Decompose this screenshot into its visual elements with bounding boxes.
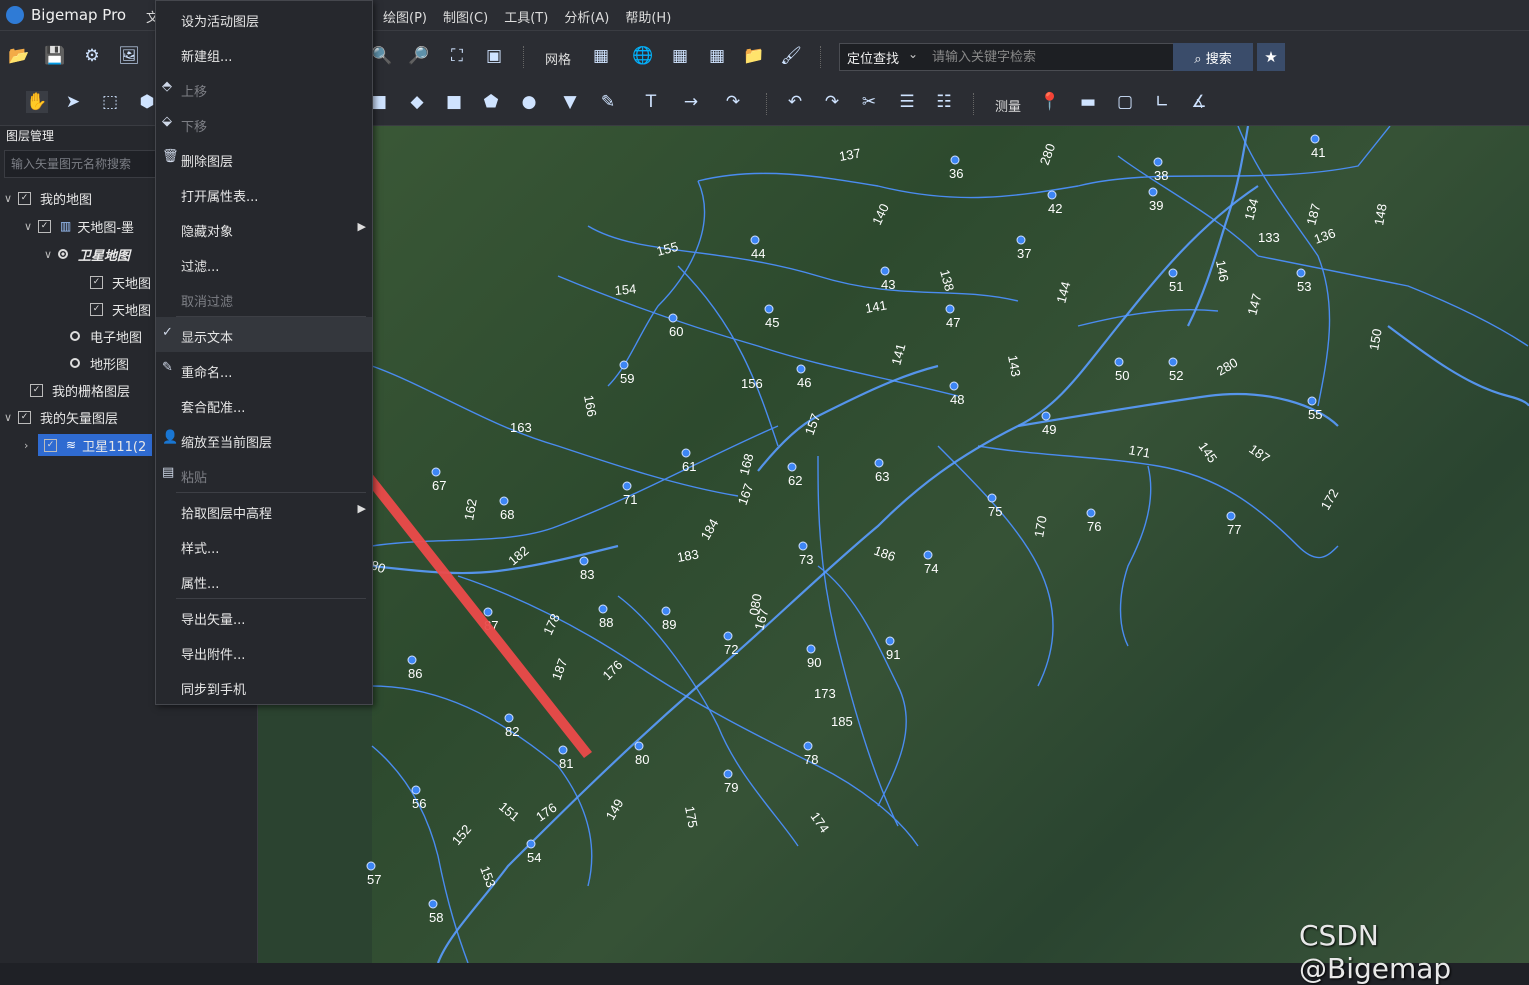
submenu-arrow-icon: ▶	[357, 502, 366, 515]
menu-item-zoom-to-layer[interactable]: 👤 缩放至当前图层	[156, 422, 372, 457]
move-up-icon: ⬘	[162, 79, 172, 94]
menu-item-registration[interactable]: 套合配准...	[156, 387, 372, 422]
edit-icon: ✎	[162, 360, 173, 375]
paste-icon: ▤	[162, 465, 175, 480]
menu-item-new-group[interactable]: 新建组...	[156, 36, 372, 71]
menu-item-hide-objects[interactable]: 隐藏对象 ▶	[156, 211, 372, 246]
person-icon: 👤	[162, 430, 179, 445]
menu-item-set-active[interactable]: 设为活动图层	[156, 1, 372, 36]
checkmark-icon: ✓	[162, 325, 173, 340]
menu-item-filter[interactable]: 过滤...	[156, 246, 372, 281]
menu-item-paste: ▤ 粘贴	[162, 465, 208, 486]
layer-context-menu: 设为活动图层 新建组... ⬘ 上移 ⬙ 下移 🗑 删除图层 打开属性表... 隐藏对…	[155, 0, 373, 705]
menu-item-pick-elevation[interactable]: 拾取图层中高程 ▶	[156, 493, 372, 528]
menu-item-move-up: ⬘ 上移	[162, 79, 208, 100]
watermark: CSDN @Bigemap	[1299, 919, 1452, 985]
menu-item-open-attr-table[interactable]: 打开属性表...	[156, 176, 372, 211]
menu-item-style[interactable]: 样式...	[156, 528, 372, 563]
menu-item-sync-phone[interactable]: 同步到手机	[156, 669, 372, 704]
menu-item-export-attachment[interactable]: 导出附件...	[156, 634, 372, 669]
menu-item-move-down: ⬙ 下移	[162, 114, 208, 135]
menu-item-cancel-filter: 取消过滤	[181, 295, 234, 310]
menu-item-properties[interactable]: 属性...	[156, 563, 372, 598]
submenu-arrow-icon: ▶	[357, 220, 366, 233]
move-down-icon: ⬙	[162, 114, 172, 129]
menu-item-show-text[interactable]: ✓ 显示文本	[156, 317, 372, 352]
menu-item-delete-layer[interactable]: 🗑 删除图层	[156, 141, 372, 176]
menu-item-export-vector[interactable]: 导出矢量...	[156, 599, 372, 634]
trash-icon: 🗑	[162, 149, 179, 164]
menu-item-rename[interactable]: ✎ 重命名...	[156, 352, 372, 387]
